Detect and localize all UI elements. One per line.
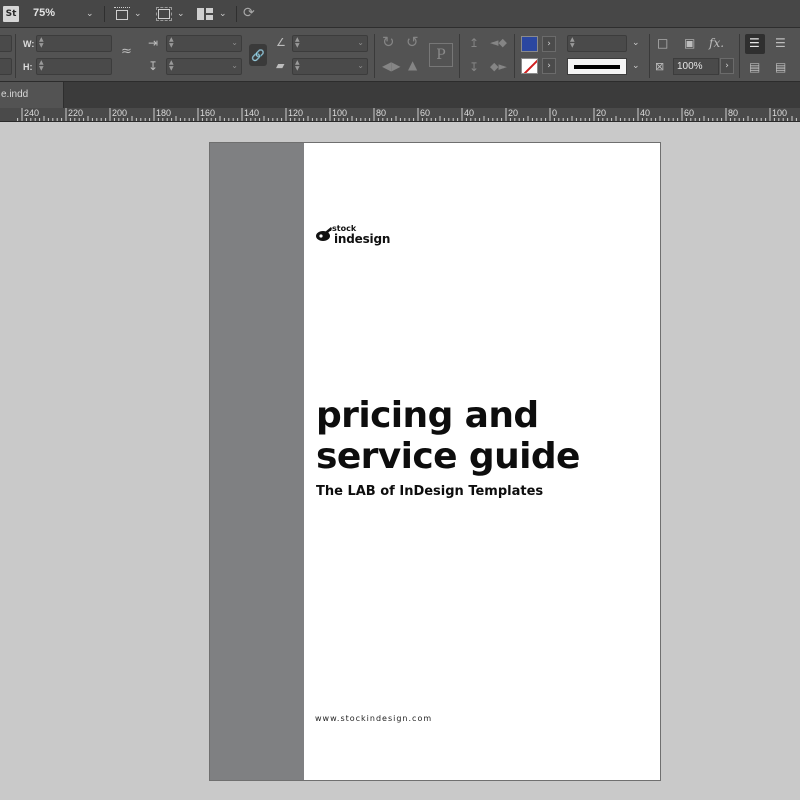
constrain-proportions-icon[interactable]: ≈ bbox=[121, 45, 132, 58]
arrange-documents-icon[interactable] bbox=[197, 8, 213, 20]
rotate-counterclockwise-icon[interactable]: ↺ bbox=[406, 35, 419, 50]
select-previous-object-icon[interactable]: ◄◆ bbox=[490, 37, 507, 49]
rotate-clockwise-icon[interactable]: ↻ bbox=[382, 35, 395, 50]
ruler-tick-label: 140 bbox=[244, 108, 260, 118]
page-title[interactable]: pricing and service guide bbox=[316, 395, 646, 477]
ruler-tick-label: 220 bbox=[68, 108, 84, 118]
stock-app-logo[interactable]: St bbox=[3, 6, 19, 22]
document-page[interactable]: .stock indesign pricing and service guid… bbox=[209, 142, 661, 781]
ruler-tick-label: 60 bbox=[684, 108, 695, 118]
align-right-lines-icon[interactable]: ☰ bbox=[775, 37, 786, 49]
control-panel: W: ▲ ▼ H: ▲ ▼ ≈ ⇥ ▲ ▼ ⌄ ↧ ▲ ▼ ⌄ 🔗 ∠ ▲ ▼ ⌄ ▰ ▲ ▼ ⌄ … bbox=[0, 28, 800, 82]
y-position-field[interactable] bbox=[0, 58, 12, 75]
align-lines-icon: ☰ bbox=[749, 36, 760, 50]
opacity-icon: ⊠ bbox=[655, 60, 665, 73]
stroke-color-swatch[interactable] bbox=[521, 58, 538, 74]
publish-online-icon[interactable]: ⟳ bbox=[243, 6, 255, 20]
separator bbox=[374, 34, 375, 78]
ruler-tick-label: 20 bbox=[508, 108, 519, 118]
fill-menu-chevron-right-icon[interactable]: › bbox=[542, 36, 556, 52]
ruler-tick-label: 20 bbox=[596, 108, 607, 118]
separator bbox=[649, 34, 650, 78]
arrange-documents-chevron-down-icon[interactable]: ⌄ bbox=[219, 9, 227, 19]
rotation-angle-field[interactable]: ▲ ▼ ⌄ bbox=[292, 35, 368, 52]
gray-side-band[interactable] bbox=[210, 143, 304, 780]
application-bar: St 75% ⌄ ⌄ ⌄ ⌄ ⟳ bbox=[0, 0, 800, 28]
scale-y-icon: ↧ bbox=[148, 59, 159, 73]
ruler-tick-label: 80 bbox=[728, 108, 739, 118]
fill-color-swatch[interactable] bbox=[521, 36, 538, 52]
select-next-object-icon[interactable]: ◆► bbox=[490, 61, 507, 73]
shear-angle-icon: ▰ bbox=[276, 59, 285, 72]
width-label: W: bbox=[23, 39, 35, 49]
screen-mode-icon[interactable] bbox=[156, 7, 172, 21]
width-field[interactable]: ▲ ▼ bbox=[36, 35, 112, 52]
view-options-chevron-down-icon[interactable]: ⌄ bbox=[134, 9, 142, 19]
link-scale-icon[interactable]: 🔗 bbox=[249, 44, 267, 66]
stroke-type-chevron-down-icon[interactable]: ⌄ bbox=[632, 61, 640, 71]
website-url[interactable]: www.stockindesign.com bbox=[315, 714, 432, 723]
document-tab[interactable]: e.indd bbox=[0, 82, 64, 108]
drop-shadow-icon[interactable]: ▣ bbox=[684, 37, 695, 49]
select-container-icon[interactable]: ↥ bbox=[469, 37, 479, 49]
frame-fitting-icon[interactable]: □ bbox=[657, 37, 668, 49]
logo-text-indesign: indesign bbox=[334, 232, 391, 246]
ruler-tick-label: 180 bbox=[156, 108, 172, 118]
ruler-tick-label: 40 bbox=[464, 108, 475, 118]
separator bbox=[15, 34, 16, 78]
separator bbox=[104, 6, 105, 22]
select-content-icon[interactable]: ↧ bbox=[469, 61, 479, 73]
document-tab-bar: e.indd bbox=[0, 82, 800, 108]
ruler-tick-label: 60 bbox=[420, 108, 431, 118]
ruler-tick-label: 80 bbox=[376, 108, 387, 118]
view-options-icon[interactable] bbox=[114, 7, 130, 21]
ruler-tick-label: 240 bbox=[24, 108, 40, 118]
separator bbox=[459, 34, 460, 78]
separator bbox=[739, 34, 740, 78]
opacity-field[interactable]: 100% bbox=[673, 58, 719, 75]
ruler-tick-label: 100 bbox=[772, 108, 788, 118]
distribute-horizontal-icon[interactable]: ▤ bbox=[775, 61, 786, 73]
ruler-tick-label: 100 bbox=[332, 108, 348, 118]
separator bbox=[514, 34, 515, 78]
zoom-level[interactable]: 75% bbox=[33, 7, 55, 19]
distribute-vertical-icon[interactable]: ▤ bbox=[749, 61, 760, 73]
separator bbox=[236, 6, 237, 22]
effects-fx-icon[interactable]: fx. bbox=[709, 36, 724, 50]
ruler-tick-label: 0 bbox=[552, 108, 558, 118]
stroke-type-preview[interactable] bbox=[567, 58, 627, 75]
title-line-2: service guide bbox=[316, 436, 580, 477]
zoom-chevron-down-icon[interactable]: ⌄ bbox=[86, 9, 94, 19]
shear-angle-field[interactable]: ▲ ▼ ⌄ bbox=[292, 58, 368, 75]
ruler-tick-label: 40 bbox=[640, 108, 651, 118]
x-position-field[interactable] bbox=[0, 35, 12, 52]
ruler-tick-label: 200 bbox=[112, 108, 128, 118]
scale-x-field[interactable]: ▲ ▼ ⌄ bbox=[166, 35, 242, 52]
ruler-tick-label: 120 bbox=[288, 108, 304, 118]
scale-y-field[interactable]: ▲ ▼ ⌄ bbox=[166, 58, 242, 75]
rotation-angle-icon: ∠ bbox=[276, 36, 286, 49]
opacity-chevron-right-icon[interactable]: › bbox=[720, 58, 734, 74]
horizontal-ruler[interactable]: 240 220 200 180 160 140 120 100 80 60 40 20 0 20 40 60 8… bbox=[0, 108, 800, 122]
height-label: H: bbox=[23, 62, 33, 72]
height-field[interactable]: ▲ ▼ bbox=[36, 58, 112, 75]
title-line-1: pricing and bbox=[316, 395, 539, 436]
flip-vertical-icon[interactable]: ▲ bbox=[408, 59, 417, 71]
reference-p-icon: P bbox=[429, 43, 453, 67]
ruler-tick-label: 160 bbox=[200, 108, 216, 118]
page-subtitle[interactable]: The LAB of InDesign Templates bbox=[316, 484, 543, 499]
scale-x-icon: ⇥ bbox=[148, 36, 159, 50]
screen-mode-chevron-down-icon[interactable]: ⌄ bbox=[177, 9, 185, 19]
stroke-weight-chevron-down-icon[interactable]: ⌄ bbox=[632, 38, 640, 48]
stroke-menu-chevron-right-icon[interactable]: › bbox=[542, 58, 556, 74]
flip-horizontal-icon[interactable]: ◀▶ bbox=[382, 60, 400, 72]
stroke-weight-field[interactable]: ▲ ▼ bbox=[567, 35, 627, 52]
